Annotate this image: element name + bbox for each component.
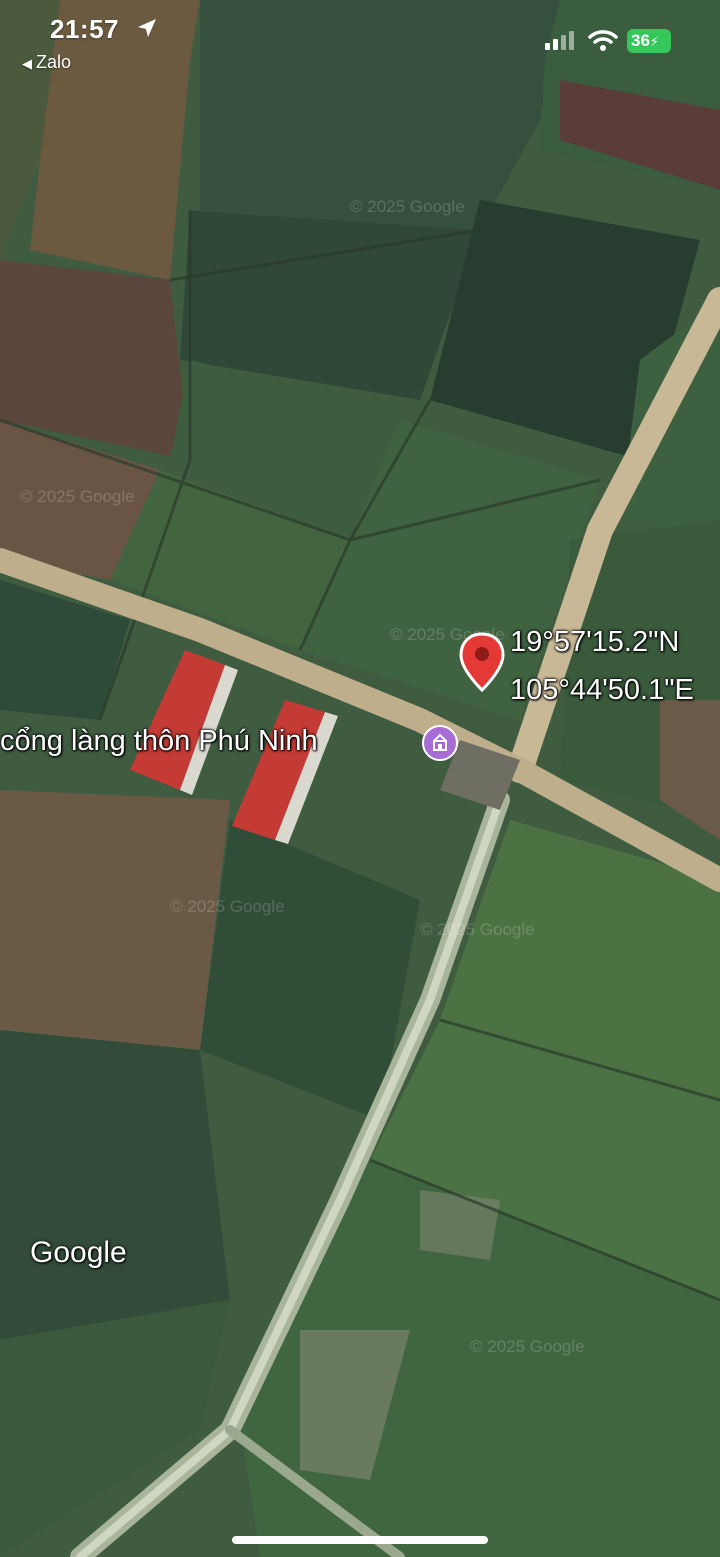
pin-longitude: 105°44'50.1"E <box>510 674 694 706</box>
pin-latitude: 19°57'15.2"N <box>510 626 680 658</box>
place-label[interactable]: cổng làng thôn Phú Ninh <box>0 725 318 758</box>
back-to-app-button[interactable]: ◀ Zalo <box>22 52 71 73</box>
battery-indicator: 36⚡ <box>627 29 671 53</box>
wifi-icon <box>588 30 618 51</box>
back-app-label: Zalo <box>36 52 72 72</box>
satellite-map[interactable]: © 2025 Google © 2025 Google © 2025 Googl… <box>0 0 720 1557</box>
google-logo: Google <box>30 1236 127 1269</box>
map-watermark: © 2025 Google <box>420 920 535 939</box>
map-watermark: © 2025 Google <box>20 487 135 506</box>
charging-bolt-icon: ⚡ <box>649 34 660 49</box>
status-time: 21:57 <box>50 14 119 44</box>
field <box>0 1030 230 1340</box>
field-patch <box>420 1190 500 1260</box>
field <box>0 790 230 1050</box>
battery-level: 36 <box>631 31 650 50</box>
location-arrow-icon <box>138 19 156 37</box>
map-watermark: © 2025 Google <box>170 897 285 916</box>
gate-icon[interactable] <box>422 725 458 761</box>
back-triangle-icon: ◀ <box>22 56 32 71</box>
home-indicator[interactable] <box>232 1536 488 1544</box>
map-watermark: © 2025 Google <box>350 197 465 216</box>
cellular-signal-icon <box>545 31 574 50</box>
status-bar: 21:57 ◀ Zalo 36⚡ <box>0 0 720 80</box>
location-pin-icon[interactable] <box>458 632 506 694</box>
map-watermark: © 2025 Google <box>470 1337 585 1356</box>
